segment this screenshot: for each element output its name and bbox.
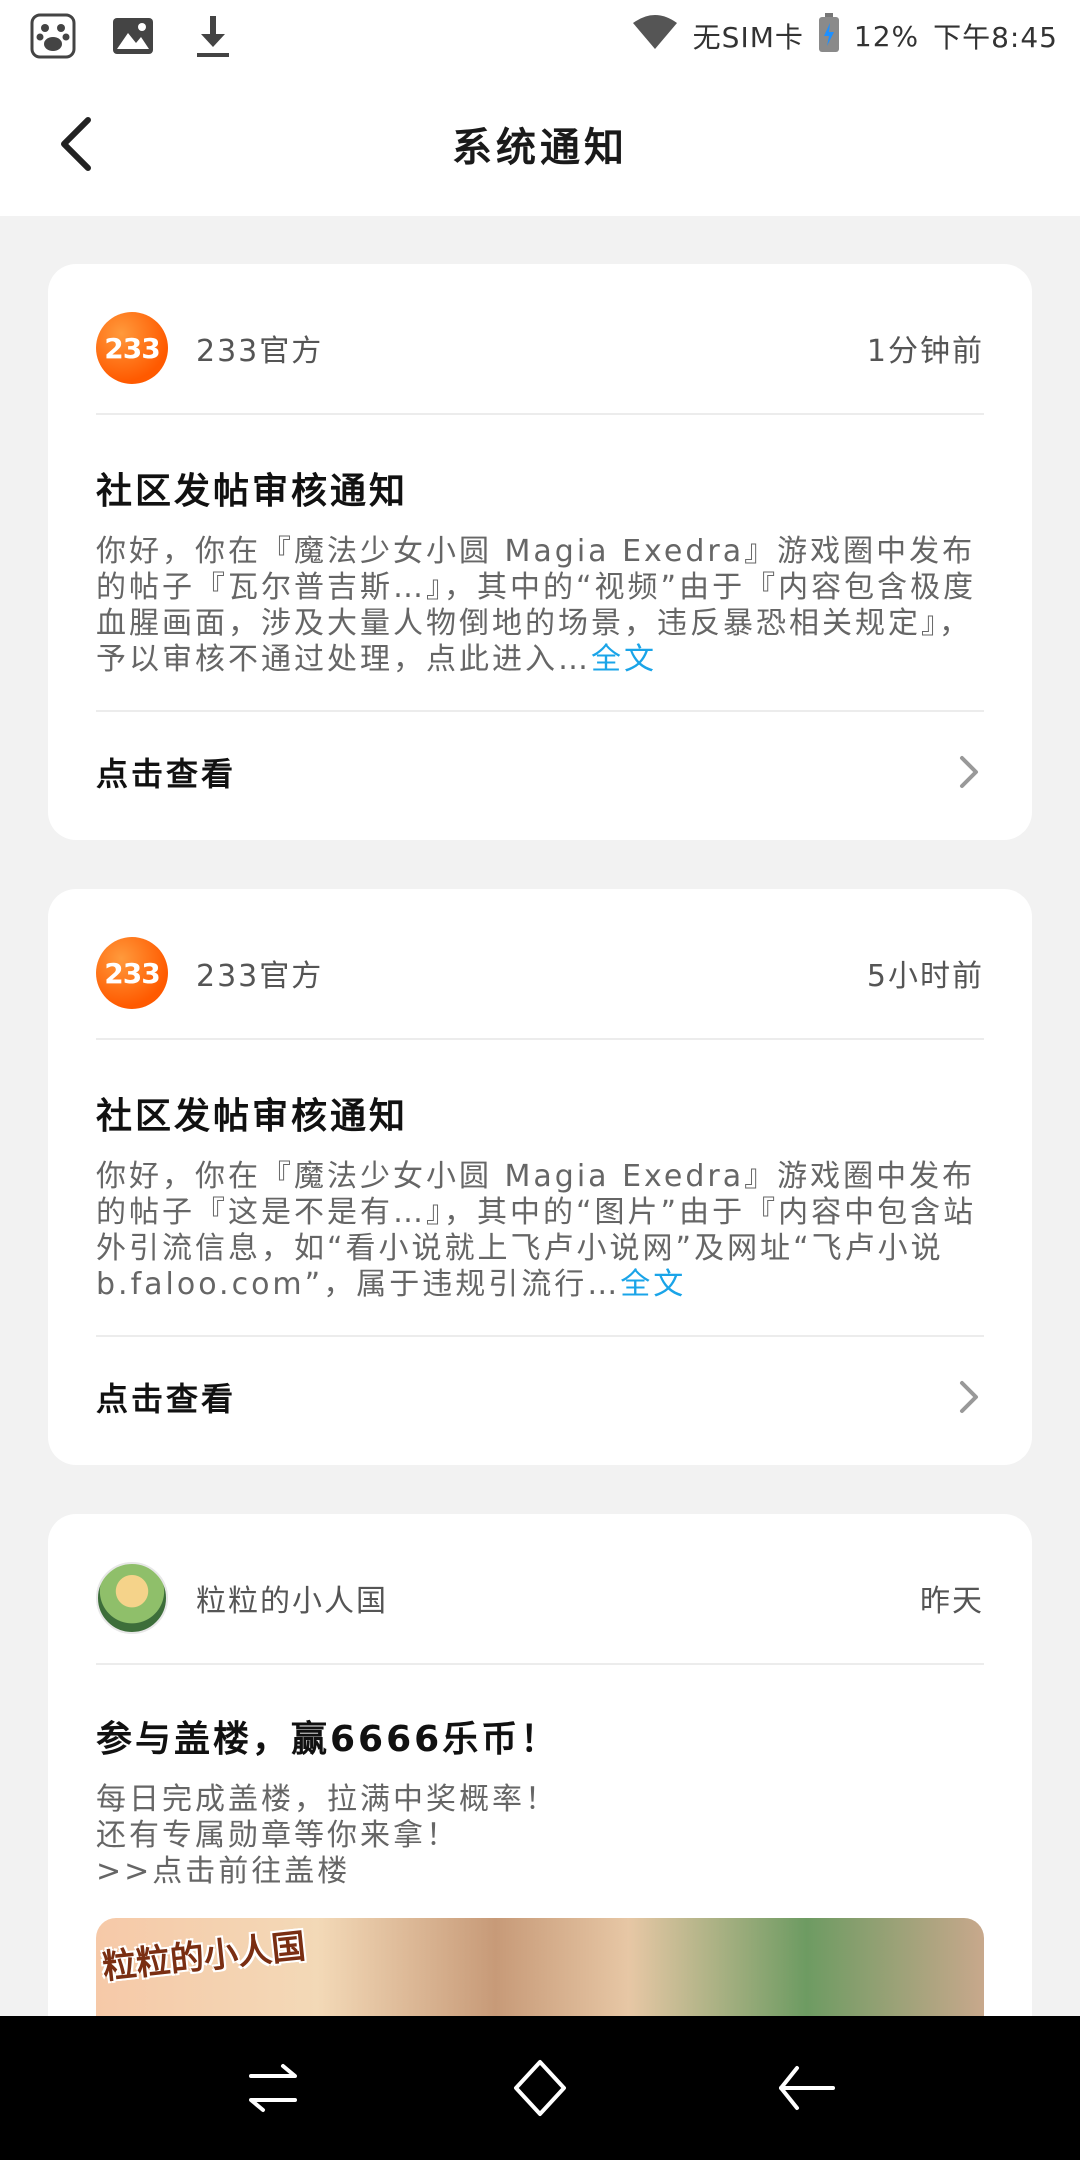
system-navigation-bar — [0, 2016, 1080, 2160]
notice-body-text: 你好，你在『魔法少女小圆 Magia Exedra』游戏圈中发布的帖子『瓦尔普吉… — [96, 534, 977, 677]
sender-name[interactable]: 233官方 — [196, 951, 867, 995]
wifi-icon — [631, 14, 679, 58]
back-nav-button[interactable] — [762, 2043, 852, 2133]
view-details-row[interactable]: 点击查看 — [96, 712, 984, 832]
banner-logo: 粒粒的小人国 — [100, 1926, 308, 1988]
avatar-text: 233 — [104, 956, 160, 990]
image-icon — [108, 11, 158, 61]
notice-title: 社区发帖审核通知 — [96, 471, 409, 512]
home-icon — [513, 2060, 566, 2116]
battery-percent: 12% — [853, 19, 920, 53]
status-bar: 无SIM卡 12% 下午8:45 — [0, 0, 1080, 72]
notice-line: 还有专属勋章等你来拿！ — [96, 1818, 459, 1853]
avatar[interactable]: 233 — [96, 312, 168, 384]
avatar-text: 233 — [104, 331, 160, 365]
view-details-label: 点击查看 — [96, 1380, 237, 1418]
notification-card[interactable]: 粒粒的小人国 昨天 参与盖楼，赢6666乐币！ 每日完成盖楼，拉满中奖概率！ 还… — [48, 1514, 1032, 2074]
notice-title: 社区发帖审核通知 — [96, 1096, 409, 1137]
download-icon — [188, 11, 238, 61]
recents-button[interactable] — [228, 2043, 318, 2133]
card-header: 233 233官方 5小时前 — [96, 937, 984, 1009]
carrier-text: 无SIM卡 — [692, 21, 804, 54]
avatar[interactable]: 233 — [96, 937, 168, 1009]
chevron-right-icon — [954, 752, 984, 792]
notice-title: 参与盖楼，赢6666乐币！ — [96, 1719, 560, 1760]
notice-body-text: 你好，你在『魔法少女小圆 Magia Exedra』游戏圈中发布的帖子『这是不是… — [96, 1159, 977, 1302]
notice-body: 每日完成盖楼，拉满中奖概率！ 还有专属勋章等你来拿！ >>点击前往盖楼 — [96, 1782, 984, 1890]
notice-body[interactable]: 你好，你在『魔法少女小圆 Magia Exedra』游戏圈中发布的帖子『这是不是… — [96, 1159, 984, 1303]
avatar[interactable] — [96, 1562, 168, 1634]
view-details-row[interactable]: 点击查看 — [96, 1337, 984, 1457]
notification-card: 233 233官方 1分钟前 社区发帖审核通知 你好，你在『魔法少女小圆 Mag… — [48, 264, 1032, 840]
card-header: 233 233官方 1分钟前 — [96, 312, 984, 384]
status-bar-left — [28, 11, 238, 61]
notice-line: 每日完成盖楼，拉满中奖概率！ — [96, 1782, 558, 1817]
battery-icon — [818, 12, 840, 60]
back-icon — [778, 2066, 835, 2110]
home-button[interactable] — [495, 2043, 585, 2133]
back-button[interactable] — [40, 108, 112, 180]
recents-icon — [249, 2064, 298, 2112]
page-title: 系统通知 — [452, 125, 628, 171]
card-header: 粒粒的小人国 昨天 — [96, 1562, 984, 1634]
divider — [96, 1038, 984, 1040]
notification-card: 233 233官方 5小时前 社区发帖审核通知 你好，你在『魔法少女小圆 Mag… — [48, 889, 1032, 1465]
notice-body[interactable]: 你好，你在『魔法少女小圆 Magia Exedra』游戏圈中发布的帖子『瓦尔普吉… — [96, 534, 984, 678]
clock: 下午8:45 — [933, 21, 1058, 54]
divider — [96, 1663, 984, 1665]
chevron-right-icon — [954, 1377, 984, 1417]
sender-name[interactable]: 233官方 — [196, 326, 867, 370]
view-details-label: 点击查看 — [96, 755, 237, 793]
sender-name[interactable]: 粒粒的小人国 — [196, 1576, 920, 1620]
status-bar-right: 无SIM卡 12% 下午8:45 — [631, 12, 1058, 60]
timestamp: 1分钟前 — [866, 334, 984, 369]
go-build-link[interactable]: >>点击前往盖楼 — [96, 1854, 984, 1890]
nav-bar: 系统通知 — [0, 72, 1080, 216]
timestamp: 5小时前 — [866, 959, 984, 994]
divider — [96, 413, 984, 415]
full-text-link[interactable]: 全文 — [591, 642, 657, 677]
baidu-paw-icon — [28, 11, 78, 61]
timestamp: 昨天 — [920, 1584, 984, 1619]
back-arrow-icon — [61, 117, 91, 171]
full-text-link[interactable]: 全文 — [620, 1267, 686, 1302]
